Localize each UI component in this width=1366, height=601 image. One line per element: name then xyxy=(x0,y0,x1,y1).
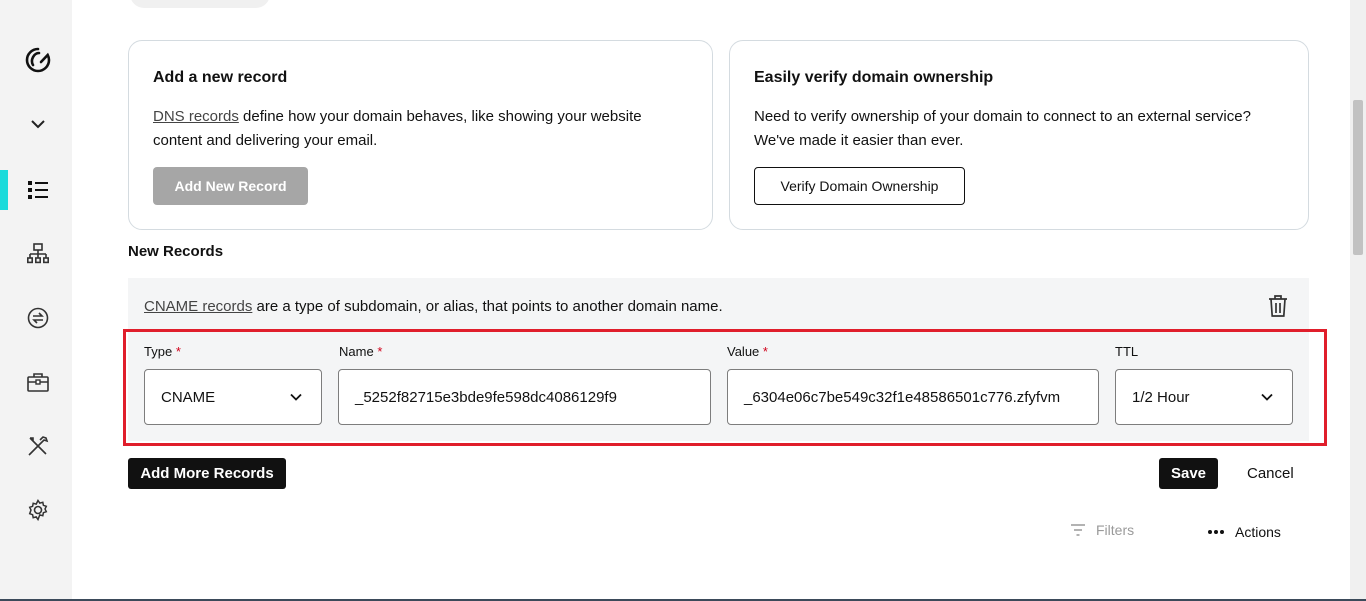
verify-ownership-card: Easily verify domain ownership Need to v… xyxy=(729,40,1309,230)
godaddy-logo-icon[interactable] xyxy=(20,42,56,78)
ttl-select[interactable]: 1/2 Hour xyxy=(1115,369,1293,425)
active-indicator xyxy=(0,170,8,210)
value-input[interactable]: _6304e06c7be549c32f1e48586501c776.zfyfvm xyxy=(727,369,1099,425)
card-title: Add a new record xyxy=(153,69,288,86)
dns-list-icon[interactable] xyxy=(20,172,56,208)
chevron-down-icon[interactable] xyxy=(20,106,56,142)
type-select[interactable]: CNAME xyxy=(144,369,322,425)
filters-label: Filters xyxy=(1096,522,1135,538)
sitemap-icon[interactable] xyxy=(20,236,56,272)
sidebar xyxy=(0,0,72,601)
chevron-down-icon xyxy=(290,393,302,401)
add-more-records-button[interactable]: Add More Records xyxy=(128,458,286,489)
type-value: CNAME xyxy=(161,388,216,406)
card-description: Need to verify ownership of your domain … xyxy=(754,108,1251,149)
value-value: _6304e06c7be549c32f1e48586501c776.zfyfvm xyxy=(744,388,1061,406)
dns-records-link[interactable]: DNS records xyxy=(153,108,239,125)
name-input[interactable]: _5252f82715e3bde9fe598dc4086129f9 xyxy=(338,369,711,425)
value-label: Value * xyxy=(727,344,768,359)
card-title: Easily verify domain ownership xyxy=(754,69,994,86)
top-tab-pill[interactable] xyxy=(130,0,270,8)
tools-icon[interactable] xyxy=(20,428,56,464)
type-label: Type * xyxy=(144,344,181,359)
main-content: Add a new record DNS records define how … xyxy=(72,0,1350,601)
save-button[interactable]: Save xyxy=(1159,458,1218,489)
settings-gear-icon[interactable] xyxy=(20,492,56,528)
filters-button[interactable]: Filters xyxy=(1070,522,1134,538)
cancel-button[interactable]: Cancel xyxy=(1247,465,1294,482)
name-label: Name * xyxy=(339,344,383,359)
actions-label: Actions xyxy=(1235,524,1281,540)
chevron-down-icon xyxy=(1261,393,1273,401)
trash-icon[interactable] xyxy=(1267,294,1291,318)
more-dots-icon xyxy=(1208,530,1224,534)
briefcase-icon[interactable] xyxy=(20,364,56,400)
add-new-record-button[interactable]: Add New Record xyxy=(153,167,308,205)
record-description-text: are a type of subdomain, or alias, that … xyxy=(252,298,723,315)
cname-records-link[interactable]: CNAME records xyxy=(144,298,252,315)
record-description: CNAME records are a type of subdomain, o… xyxy=(144,298,723,315)
scrollbar-thumb[interactable] xyxy=(1353,100,1363,255)
add-record-card: Add a new record DNS records define how … xyxy=(128,40,713,230)
scrollbar[interactable] xyxy=(1350,0,1366,601)
verify-domain-ownership-button[interactable]: Verify Domain Ownership xyxy=(754,167,965,205)
card-description: DNS records define how your domain behav… xyxy=(153,105,693,153)
transfer-icon[interactable] xyxy=(20,300,56,336)
actions-button[interactable]: Actions xyxy=(1207,524,1281,540)
filter-icon xyxy=(1071,524,1085,536)
ttl-label: TTL xyxy=(1115,344,1139,359)
ttl-value: 1/2 Hour xyxy=(1132,388,1190,406)
name-value: _5252f82715e3bde9fe598dc4086129f9 xyxy=(355,388,617,406)
new-records-title: New Records xyxy=(128,243,224,260)
